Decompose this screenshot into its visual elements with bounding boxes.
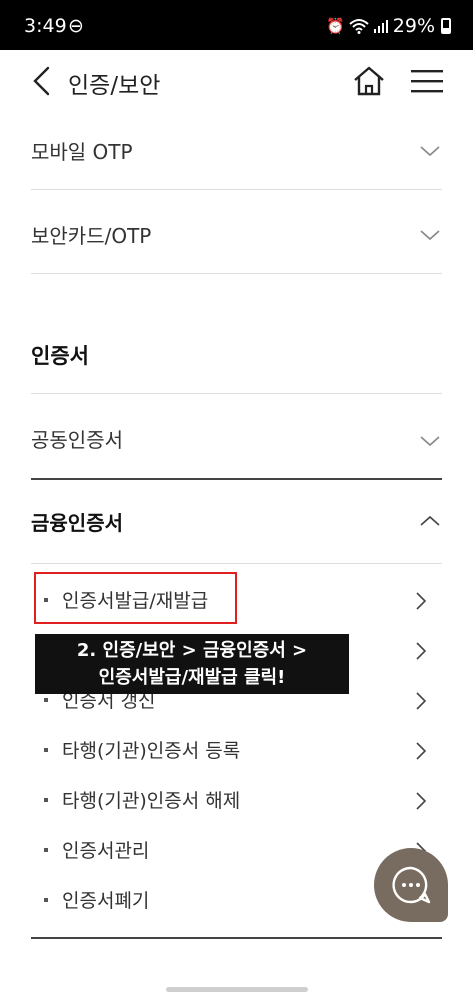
dnd-icon: ⊖	[68, 15, 84, 37]
divider	[31, 189, 442, 190]
tutorial-annotation: 2. 인증/보안 > 금융인증서 > 인증서발급/재발급 클릭!	[35, 634, 349, 694]
section-title: 인증서	[31, 344, 89, 368]
row-security-card-label: 보안카드/OTP	[31, 224, 152, 248]
sub-item-label: 타행(기관)인증서 등록	[62, 740, 241, 762]
annotation-line-1: 2. 인증/보안 > 금융인증서 >	[76, 640, 308, 661]
status-bar: 3:49 ⊖ ⏰ 29%	[0, 0, 473, 50]
battery-icon	[441, 18, 451, 34]
bullet	[44, 898, 48, 902]
alarm-icon: ⏰	[326, 17, 345, 35]
chevron-up-icon	[420, 515, 440, 526]
chat-button[interactable]	[374, 848, 448, 922]
row-financial-certificate-label: 금융인증서	[31, 511, 123, 535]
chat-bubble-icon	[392, 866, 431, 904]
chevron-right-icon	[416, 742, 427, 760]
row-mobile-otp[interactable]: 모바일 OTP	[31, 130, 442, 188]
divider	[31, 393, 442, 394]
chevron-right-icon	[416, 642, 427, 660]
highlight-box	[34, 572, 237, 624]
divider	[31, 273, 442, 274]
sub-item-label: 타행(기관)인증서 해제	[62, 790, 241, 812]
row-joint-certificate-label: 공동인증서	[31, 428, 123, 452]
status-time: 3:49	[24, 15, 67, 37]
sub-item-label: 인증서관리	[62, 840, 150, 862]
app-header: 인증/보안	[0, 50, 473, 112]
home-indicator[interactable]	[166, 987, 308, 992]
sub-item-label: 인증서폐기	[62, 890, 150, 912]
chevron-right-icon	[416, 792, 427, 810]
sub-item-unregister-other[interactable]: 타행(기관)인증서 해제	[44, 780, 442, 820]
chevron-down-icon	[420, 146, 440, 157]
bullet	[44, 748, 48, 752]
row-joint-certificate[interactable]: 공동인증서	[31, 420, 442, 460]
annotation-line-2: 인증서발급/재발급 클릭!	[98, 667, 286, 688]
bullet	[44, 698, 48, 702]
battery-percent: 29%	[392, 15, 435, 37]
page-title: 인증/보안	[68, 73, 161, 99]
chevron-right-icon	[416, 592, 427, 610]
bullet	[44, 798, 48, 802]
chevron-down-icon	[420, 436, 440, 447]
wifi-icon	[349, 19, 369, 34]
section-title-certificates: 인증서	[31, 338, 442, 374]
bullet	[44, 848, 48, 852]
back-arrow-icon[interactable]	[30, 64, 54, 98]
row-security-card[interactable]: 보안카드/OTP	[31, 214, 442, 272]
home-icon[interactable]	[351, 63, 387, 99]
chevron-down-icon	[420, 230, 440, 241]
signal-icon	[373, 20, 388, 33]
sub-item-register-other[interactable]: 타행(기관)인증서 등록	[44, 730, 442, 770]
row-financial-certificate[interactable]: 금융인증서	[31, 504, 442, 544]
row-mobile-otp-label: 모바일 OTP	[31, 140, 133, 164]
hamburger-menu-icon[interactable]	[411, 66, 443, 96]
status-indicators: ⏰ 29%	[326, 15, 451, 37]
chevron-right-icon	[416, 692, 427, 710]
divider	[31, 478, 442, 480]
divider	[31, 937, 442, 939]
divider	[31, 563, 442, 564]
